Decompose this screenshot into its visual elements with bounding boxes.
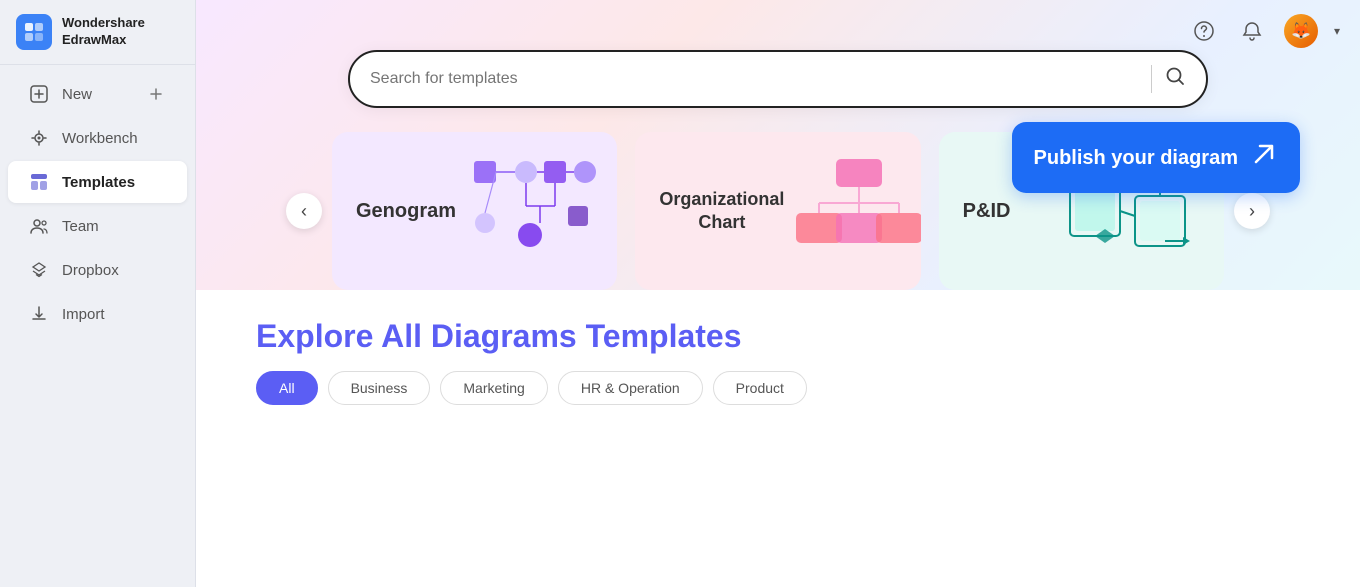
logo-text: Wondershare EdrawMax [62,15,145,49]
sidebar-nav: New Workbench [0,65,195,343]
main-content: 🦊 ▾ Publish your diagram [196,0,1360,587]
card-label-genogram: Genogram [356,198,456,224]
sidebar-item-label-import: Import [62,306,105,323]
add-icon [145,83,167,105]
topbar: 🦊 ▾ [1168,0,1360,62]
filter-tab-hr-operation[interactable]: HR & Operation [558,371,703,405]
filter-tab-business[interactable]: Business [328,371,431,405]
notification-icon[interactable] [1236,15,1268,47]
sidebar-item-templates[interactable]: Templates [8,161,187,203]
avatar[interactable]: 🦊 [1284,14,1318,48]
carousel-card-genogram[interactable]: Genogram [332,132,617,290]
filter-tab-product[interactable]: Product [713,371,807,405]
sidebar-item-label-team: Team [62,218,99,235]
sidebar-item-new[interactable]: New [8,73,187,115]
sidebar-item-label-templates: Templates [62,174,135,191]
import-icon [28,303,50,325]
template-icon [28,171,50,193]
org-chart-illustration [784,151,920,271]
app-logo: Wondershare EdrawMax [0,0,195,65]
explore-title-colored: All Diagrams Templates [381,318,741,354]
sidebar-item-team[interactable]: Team [8,205,187,247]
publish-button[interactable]: Publish your diagram [1012,122,1300,193]
publish-label: Publish your diagram [1034,145,1238,171]
filter-tab-all[interactable]: All [256,371,318,405]
carousel-card-org-chart[interactable]: Organizational Chart [635,132,920,290]
sidebar-item-dropbox[interactable]: Dropbox [8,249,187,291]
genogram-illustration [456,151,596,271]
help-icon[interactable] [1188,15,1220,47]
users-icon [28,215,50,237]
explore-section: Explore All Diagrams Templates All Busin… [196,290,1360,587]
search-input[interactable] [370,70,1139,88]
sidebar-item-label-dropbox: Dropbox [62,262,119,279]
carousel-next-button[interactable]: › [1234,193,1270,229]
sidebar-item-label-workbench: Workbench [62,130,138,147]
plus-square-icon [28,83,50,105]
search-box [348,50,1208,108]
workbench-icon [28,127,50,149]
card-label-pid: P&ID [963,198,1011,224]
explore-title: Explore All Diagrams Templates [256,318,1300,355]
filter-tabs: All Business Marketing HR & Operation Pr… [256,371,1300,405]
publish-arrow-icon [1250,140,1278,175]
sidebar-item-workbench[interactable]: Workbench [8,117,187,159]
carousel-prev-button[interactable]: ‹ [286,193,322,229]
card-label-org-chart: Organizational Chart [659,188,784,235]
sidebar-item-import[interactable]: Import [8,293,187,335]
search-divider [1151,65,1152,93]
search-button[interactable] [1164,65,1186,93]
sidebar: Wondershare EdrawMax New [0,0,196,587]
avatar-dropdown-icon[interactable]: ▾ [1334,24,1340,38]
explore-title-plain: Explore [256,318,381,354]
sidebar-item-label-new: New [62,86,92,103]
filter-tab-marketing[interactable]: Marketing [440,371,547,405]
carousel-section: Publish your diagram ‹ Genogram [196,132,1360,290]
dropbox-icon [28,259,50,281]
logo-icon [16,14,52,50]
